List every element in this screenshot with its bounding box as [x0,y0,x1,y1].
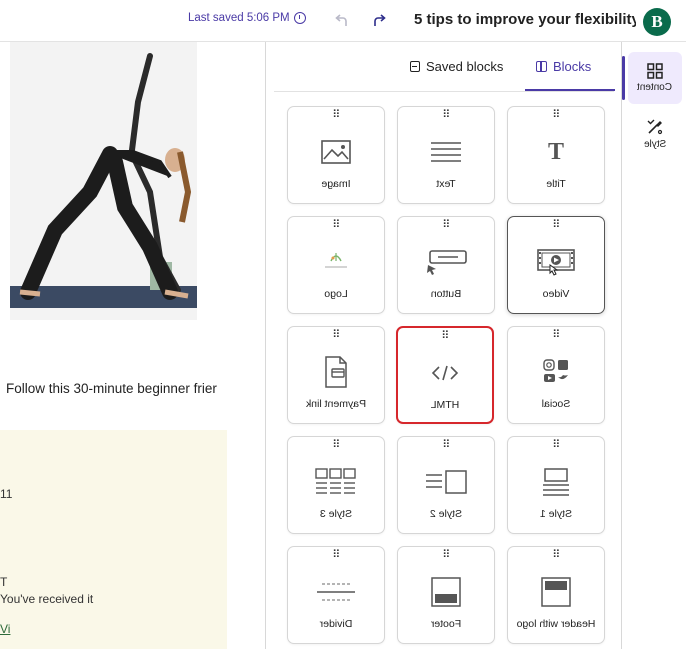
footer-number: 11 [0,487,13,501]
style-1-icon [508,465,604,499]
drag-handle-icon[interactable]: ⠿ [398,110,494,121]
drag-handle-icon[interactable]: ⠿ [398,331,492,342]
block-header-with-logo[interactable]: ⠿ Header with logo [507,546,605,644]
footer-section[interactable]: 11 T You've received it Vi [0,430,227,649]
panel-icon [536,60,547,72]
block-label: Style 3 [319,508,353,520]
block-video[interactable]: ⠿ Video [507,216,605,314]
drag-handle-icon[interactable]: ⠿ [508,440,604,451]
footer-icon [398,575,494,609]
yoga-pose-image [10,42,197,320]
block-divider[interactable]: ⠿ Divider [287,546,385,644]
panel-tabs: Blocks Saved blocks [266,42,622,92]
blocks-panel: Blocks Saved blocks ⠿ T Title ⠿ Text ⠿ I… [265,42,622,649]
tab-blocks[interactable]: Blocks [536,54,591,78]
tab-saved-blocks-label: Saved blocks [426,58,504,74]
block-title[interactable]: ⠿ T Title [507,106,605,204]
bookmark-icon [410,60,420,72]
rail-content-label: Content [637,82,673,93]
block-label: Header with logo [516,618,596,630]
video-icon [508,245,604,279]
block-label: Text [436,178,456,190]
right-rail: Content Style [622,42,686,649]
block-label: Divider [319,618,353,630]
html-icon [398,356,492,390]
block-label: Social [541,398,571,410]
drag-handle-icon[interactable]: ⠿ [288,440,384,451]
brand-logo[interactable]: B [643,8,671,36]
block-style-3[interactable]: ⠿ Style 3 [287,436,385,534]
block-label: Title [546,178,566,190]
drag-handle-icon[interactable]: ⠿ [398,550,494,561]
block-html[interactable]: ⠿ HTML [396,326,494,424]
block-label: Image [321,178,351,190]
style-3-icon [288,465,384,499]
block-footer[interactable]: ⠿ Footer [397,546,495,644]
rail-content-button[interactable]: Content [628,52,682,104]
tab-divider [274,91,614,92]
drag-handle-icon[interactable]: ⠿ [288,330,384,341]
style-2-icon [398,465,494,499]
grid-icon [647,63,663,79]
header-with-logo-icon [508,575,604,609]
block-style-2[interactable]: ⠿ Style 2 [397,436,495,534]
rail-style-label: Style [643,139,667,150]
title-icon: T [547,138,564,165]
footer-letter: T [0,575,8,589]
footer-link[interactable]: Vi [0,622,10,636]
block-payment-link[interactable]: ⠿ Payment link [287,326,385,424]
block-label: HTML [430,399,460,411]
payment-link-icon [288,355,384,389]
block-social[interactable]: ⠿ Social [507,326,605,424]
redo-button[interactable] [370,11,390,31]
tab-saved-blocks[interactable]: Saved blocks [410,54,503,78]
block-style-1[interactable]: ⠿ Style 1 [507,436,605,534]
undo-icon [335,14,347,26]
logo-icon [288,245,384,279]
intro-text: Follow this 30-minute beginner frier [6,381,217,396]
drag-handle-icon[interactable]: ⠿ [508,330,604,341]
block-label: Style 2 [429,508,463,520]
block-label: Video [542,288,570,300]
email-preview: Follow this 30-minute beginner frier 11 … [0,42,265,649]
block-label: Button [430,288,462,300]
top-bar: B 5 tips to improve your flexibility... … [0,0,686,42]
drag-handle-icon[interactable]: ⠿ [288,110,384,121]
text-icon [398,135,494,169]
divider-icon [288,575,384,609]
drag-handle-icon[interactable]: ⠿ [508,110,604,121]
rail-active-indicator [622,56,625,100]
block-label: Payment link [305,398,367,410]
block-image[interactable]: ⠿ Image [287,106,385,204]
last-saved-status[interactable]: Last saved 5:06 PM [188,12,306,24]
social-icon [508,355,604,389]
drag-handle-icon[interactable]: ⠿ [508,220,604,231]
brush-icon [647,119,663,135]
last-saved-label: Last saved 5:06 PM [188,12,290,24]
drag-handle-icon[interactable]: ⠿ [288,220,384,231]
rail-style-button[interactable]: Style [628,108,682,160]
redo-icon [374,14,386,26]
hero-image[interactable] [10,42,197,320]
block-label: Logo [324,288,348,300]
tab-blocks-label: Blocks [553,58,592,74]
block-logo[interactable]: ⠿ Logo [287,216,385,314]
drag-handle-icon[interactable]: ⠿ [398,440,494,451]
drag-handle-icon[interactable]: ⠿ [398,220,494,231]
block-button[interactable]: ⠿ Button [397,216,495,314]
button-icon [398,245,494,279]
intro-paragraph[interactable]: Follow this 30-minute beginner frier [0,381,265,396]
footer-received-text: You've received it [0,592,94,606]
drag-handle-icon[interactable]: ⠿ [288,550,384,561]
block-label: Style 1 [539,508,573,520]
undo-button[interactable] [331,11,351,31]
document-title[interactable]: 5 tips to improve your flexibility... [414,11,636,28]
block-text[interactable]: ⠿ Text [397,106,495,204]
history-icon [293,12,306,24]
image-icon [288,135,384,169]
drag-handle-icon[interactable]: ⠿ [508,550,604,561]
block-label: Footer [430,618,462,630]
